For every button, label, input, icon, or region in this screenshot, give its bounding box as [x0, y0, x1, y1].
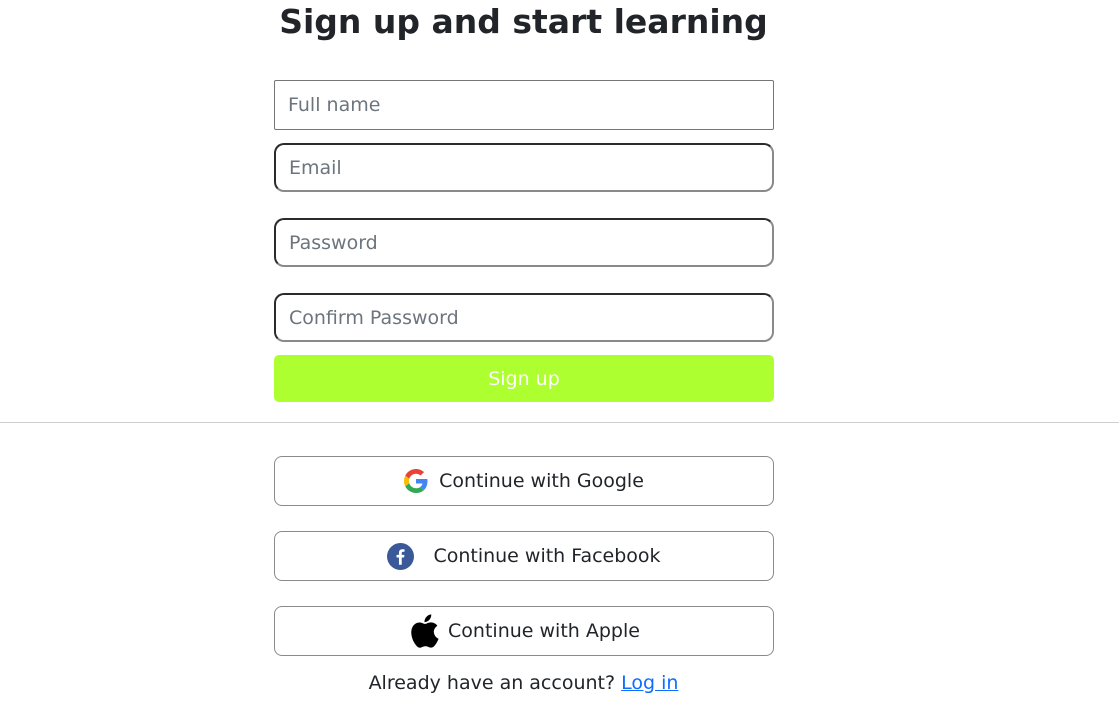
google-icon: [404, 469, 428, 493]
login-prompt: Already have an account? Log in: [0, 672, 1047, 694]
apple-icon: [408, 613, 440, 649]
login-prompt-text: Already have an account?: [368, 672, 616, 694]
apple-button-label: Continue with Apple: [448, 620, 640, 642]
divider: [0, 422, 1119, 423]
facebook-icon: [387, 542, 415, 570]
facebook-button-label: Continue with Facebook: [433, 545, 661, 567]
full-name-input[interactable]: [274, 80, 774, 130]
continue-with-apple-button[interactable]: Continue with Apple: [274, 606, 774, 656]
signup-page: Sign up and start learning Sign up Conti…: [0, 0, 1119, 718]
google-button-label: Continue with Google: [439, 470, 644, 492]
page-title: Sign up and start learning: [279, 2, 768, 41]
password-input[interactable]: [274, 218, 774, 267]
email-input[interactable]: [274, 143, 774, 192]
confirm-password-input[interactable]: [274, 293, 774, 342]
signup-button[interactable]: Sign up: [274, 355, 774, 402]
continue-with-facebook-button[interactable]: Continue with Facebook: [274, 531, 774, 581]
login-link[interactable]: Log in: [621, 672, 678, 694]
continue-with-google-button[interactable]: Continue with Google: [274, 456, 774, 506]
